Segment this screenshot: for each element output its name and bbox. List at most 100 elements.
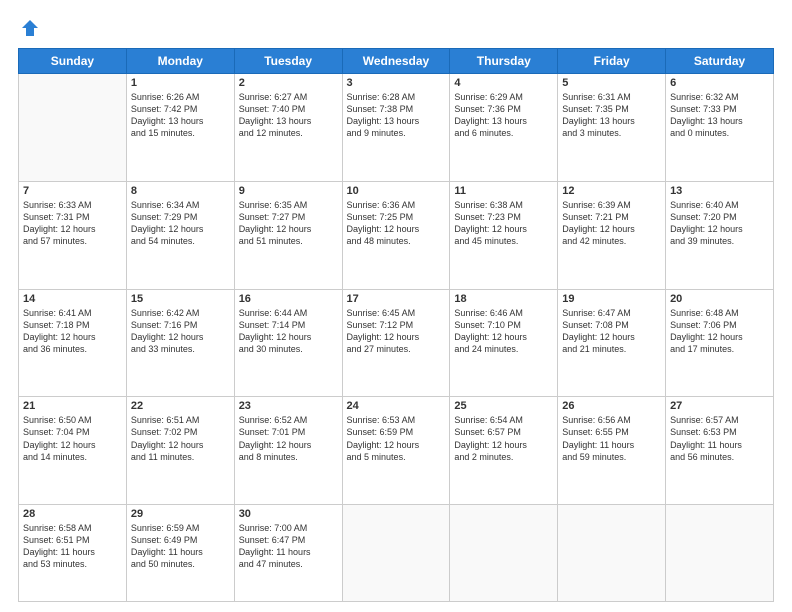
- cell-content: Sunrise: 6:53 AM Sunset: 6:59 PM Dayligh…: [347, 414, 446, 463]
- cell-content: Sunrise: 6:35 AM Sunset: 7:27 PM Dayligh…: [239, 199, 338, 248]
- calendar-table: SundayMondayTuesdayWednesdayThursdayFrid…: [18, 48, 774, 602]
- day-header-monday: Monday: [126, 49, 234, 74]
- calendar-cell: [558, 505, 666, 602]
- cell-content: Sunrise: 6:41 AM Sunset: 7:18 PM Dayligh…: [23, 307, 122, 356]
- day-number: 11: [454, 185, 553, 197]
- calendar-cell: 8Sunrise: 6:34 AM Sunset: 7:29 PM Daylig…: [126, 181, 234, 289]
- day-number: 23: [239, 400, 338, 412]
- day-number: 16: [239, 293, 338, 305]
- cell-content: Sunrise: 6:36 AM Sunset: 7:25 PM Dayligh…: [347, 199, 446, 248]
- calendar-cell: 10 Sunrise: 6:36 AM Sunset: 7:25 PM Dayli…: [342, 181, 450, 289]
- day-number: 14: [23, 293, 122, 305]
- cell-content: Sunrise: 6:50 AM Sunset: 7:04 PM Dayligh…: [23, 414, 122, 463]
- page: SundayMondayTuesdayWednesdayThursdayFrid…: [0, 0, 792, 612]
- calendar-cell: 15 Sunrise: 6:42 AM Sunset: 7:16 PM Dayli…: [126, 289, 234, 397]
- day-number: 18: [454, 293, 553, 305]
- calendar-cell: 25 Sunrise: 6:54 AM Sunset: 6:57 PM Dayli…: [450, 397, 558, 505]
- calendar-week-row: 14 Sunrise: 6:41 AM Sunset: 7:18 PM Dayli…: [19, 289, 774, 397]
- cell-content: Sunrise: 6:48 AM Sunset: 7:06 PM Dayligh…: [670, 307, 769, 356]
- calendar-cell: 20 Sunrise: 6:48 AM Sunset: 7:06 PM Dayli…: [666, 289, 774, 397]
- cell-content: Sunrise: 6:59 AM Sunset: 6:49 PM Dayligh…: [131, 522, 230, 571]
- header: [18, 18, 774, 38]
- day-number: 1: [131, 77, 230, 89]
- cell-content: Sunrise: 6:58 AM Sunset: 6:51 PM Dayligh…: [23, 522, 122, 571]
- cell-content: Sunrise: 6:45 AM Sunset: 7:12 PM Dayligh…: [347, 307, 446, 356]
- calendar-cell: 24 Sunrise: 6:53 AM Sunset: 6:59 PM Dayli…: [342, 397, 450, 505]
- cell-content: Sunrise: 6:26 AM Sunset: 7:42 PM Dayligh…: [131, 91, 230, 140]
- calendar-cell: 22 Sunrise: 6:51 AM Sunset: 7:02 PM Dayli…: [126, 397, 234, 505]
- cell-content: Sunrise: 6:39 AM Sunset: 7:21 PM Dayligh…: [562, 199, 661, 248]
- calendar-cell: 29 Sunrise: 6:59 AM Sunset: 6:49 PM Dayli…: [126, 505, 234, 602]
- day-header-saturday: Saturday: [666, 49, 774, 74]
- calendar-cell: 19 Sunrise: 6:47 AM Sunset: 7:08 PM Dayli…: [558, 289, 666, 397]
- day-header-tuesday: Tuesday: [234, 49, 342, 74]
- calendar-cell: [450, 505, 558, 602]
- calendar-week-row: 21 Sunrise: 6:50 AM Sunset: 7:04 PM Dayli…: [19, 397, 774, 505]
- calendar-cell: 2Sunrise: 6:27 AM Sunset: 7:40 PM Daylig…: [234, 74, 342, 182]
- calendar-cell: 11 Sunrise: 6:38 AM Sunset: 7:23 PM Dayli…: [450, 181, 558, 289]
- calendar-cell: 5Sunrise: 6:31 AM Sunset: 7:35 PM Daylig…: [558, 74, 666, 182]
- calendar-cell: 12 Sunrise: 6:39 AM Sunset: 7:21 PM Dayli…: [558, 181, 666, 289]
- cell-content: Sunrise: 6:32 AM Sunset: 7:33 PM Dayligh…: [670, 91, 769, 140]
- calendar-cell: 9 Sunrise: 6:35 AM Sunset: 7:27 PM Daylig…: [234, 181, 342, 289]
- cell-content: Sunrise: 6:57 AM Sunset: 6:53 PM Dayligh…: [670, 414, 769, 463]
- calendar-week-row: 7Sunrise: 6:33 AM Sunset: 7:31 PM Daylig…: [19, 181, 774, 289]
- calendar-cell: 17 Sunrise: 6:45 AM Sunset: 7:12 PM Dayli…: [342, 289, 450, 397]
- calendar-cell: 30 Sunrise: 7:00 AM Sunset: 6:47 PM Dayli…: [234, 505, 342, 602]
- calendar-cell: 7Sunrise: 6:33 AM Sunset: 7:31 PM Daylig…: [19, 181, 127, 289]
- cell-content: Sunrise: 6:47 AM Sunset: 7:08 PM Dayligh…: [562, 307, 661, 356]
- cell-content: Sunrise: 6:54 AM Sunset: 6:57 PM Dayligh…: [454, 414, 553, 463]
- cell-content: Sunrise: 7:00 AM Sunset: 6:47 PM Dayligh…: [239, 522, 338, 571]
- cell-content: Sunrise: 6:42 AM Sunset: 7:16 PM Dayligh…: [131, 307, 230, 356]
- cell-content: Sunrise: 6:34 AM Sunset: 7:29 PM Dayligh…: [131, 199, 230, 248]
- day-number: 10: [347, 185, 446, 197]
- day-number: 12: [562, 185, 661, 197]
- calendar-week-row: 1 Sunrise: 6:26 AM Sunset: 7:42 PM Daylig…: [19, 74, 774, 182]
- day-number: 9: [239, 185, 338, 197]
- day-header-wednesday: Wednesday: [342, 49, 450, 74]
- calendar-cell: 13 Sunrise: 6:40 AM Sunset: 7:20 PM Dayli…: [666, 181, 774, 289]
- calendar-cell: [19, 74, 127, 182]
- cell-content: Sunrise: 6:46 AM Sunset: 7:10 PM Dayligh…: [454, 307, 553, 356]
- day-number: 17: [347, 293, 446, 305]
- calendar-cell: [666, 505, 774, 602]
- day-number: 3: [347, 77, 446, 89]
- day-number: 26: [562, 400, 661, 412]
- day-number: 7: [23, 185, 122, 197]
- day-number: 24: [347, 400, 446, 412]
- logo-icon: [20, 18, 40, 38]
- calendar-cell: 16 Sunrise: 6:44 AM Sunset: 7:14 PM Dayli…: [234, 289, 342, 397]
- day-number: 30: [239, 508, 338, 520]
- day-number: 4: [454, 77, 553, 89]
- day-number: 20: [670, 293, 769, 305]
- calendar-cell: 6Sunrise: 6:32 AM Sunset: 7:33 PM Daylig…: [666, 74, 774, 182]
- day-number: 13: [670, 185, 769, 197]
- calendar-cell: 23 Sunrise: 6:52 AM Sunset: 7:01 PM Dayli…: [234, 397, 342, 505]
- cell-content: Sunrise: 6:52 AM Sunset: 7:01 PM Dayligh…: [239, 414, 338, 463]
- calendar-cell: 26 Sunrise: 6:56 AM Sunset: 6:55 PM Dayli…: [558, 397, 666, 505]
- cell-content: Sunrise: 6:56 AM Sunset: 6:55 PM Dayligh…: [562, 414, 661, 463]
- day-header-friday: Friday: [558, 49, 666, 74]
- cell-content: Sunrise: 6:29 AM Sunset: 7:36 PM Dayligh…: [454, 91, 553, 140]
- calendar-cell: [342, 505, 450, 602]
- cell-content: Sunrise: 6:38 AM Sunset: 7:23 PM Dayligh…: [454, 199, 553, 248]
- cell-content: Sunrise: 6:51 AM Sunset: 7:02 PM Dayligh…: [131, 414, 230, 463]
- day-header-sunday: Sunday: [19, 49, 127, 74]
- calendar-cell: 27Sunrise: 6:57 AM Sunset: 6:53 PM Dayli…: [666, 397, 774, 505]
- cell-content: Sunrise: 6:40 AM Sunset: 7:20 PM Dayligh…: [670, 199, 769, 248]
- day-number: 29: [131, 508, 230, 520]
- cell-content: Sunrise: 6:27 AM Sunset: 7:40 PM Dayligh…: [239, 91, 338, 140]
- day-number: 19: [562, 293, 661, 305]
- calendar-cell: 4 Sunrise: 6:29 AM Sunset: 7:36 PM Daylig…: [450, 74, 558, 182]
- calendar-cell: 18 Sunrise: 6:46 AM Sunset: 7:10 PM Dayli…: [450, 289, 558, 397]
- calendar-cell: 3Sunrise: 6:28 AM Sunset: 7:38 PM Daylig…: [342, 74, 450, 182]
- day-number: 25: [454, 400, 553, 412]
- cell-content: Sunrise: 6:31 AM Sunset: 7:35 PM Dayligh…: [562, 91, 661, 140]
- day-number: 22: [131, 400, 230, 412]
- calendar-cell: 14 Sunrise: 6:41 AM Sunset: 7:18 PM Dayli…: [19, 289, 127, 397]
- calendar-cell: 28Sunrise: 6:58 AM Sunset: 6:51 PM Dayli…: [19, 505, 127, 602]
- cell-content: Sunrise: 6:44 AM Sunset: 7:14 PM Dayligh…: [239, 307, 338, 356]
- day-number: 21: [23, 400, 122, 412]
- day-number: 15: [131, 293, 230, 305]
- calendar-cell: 1 Sunrise: 6:26 AM Sunset: 7:42 PM Daylig…: [126, 74, 234, 182]
